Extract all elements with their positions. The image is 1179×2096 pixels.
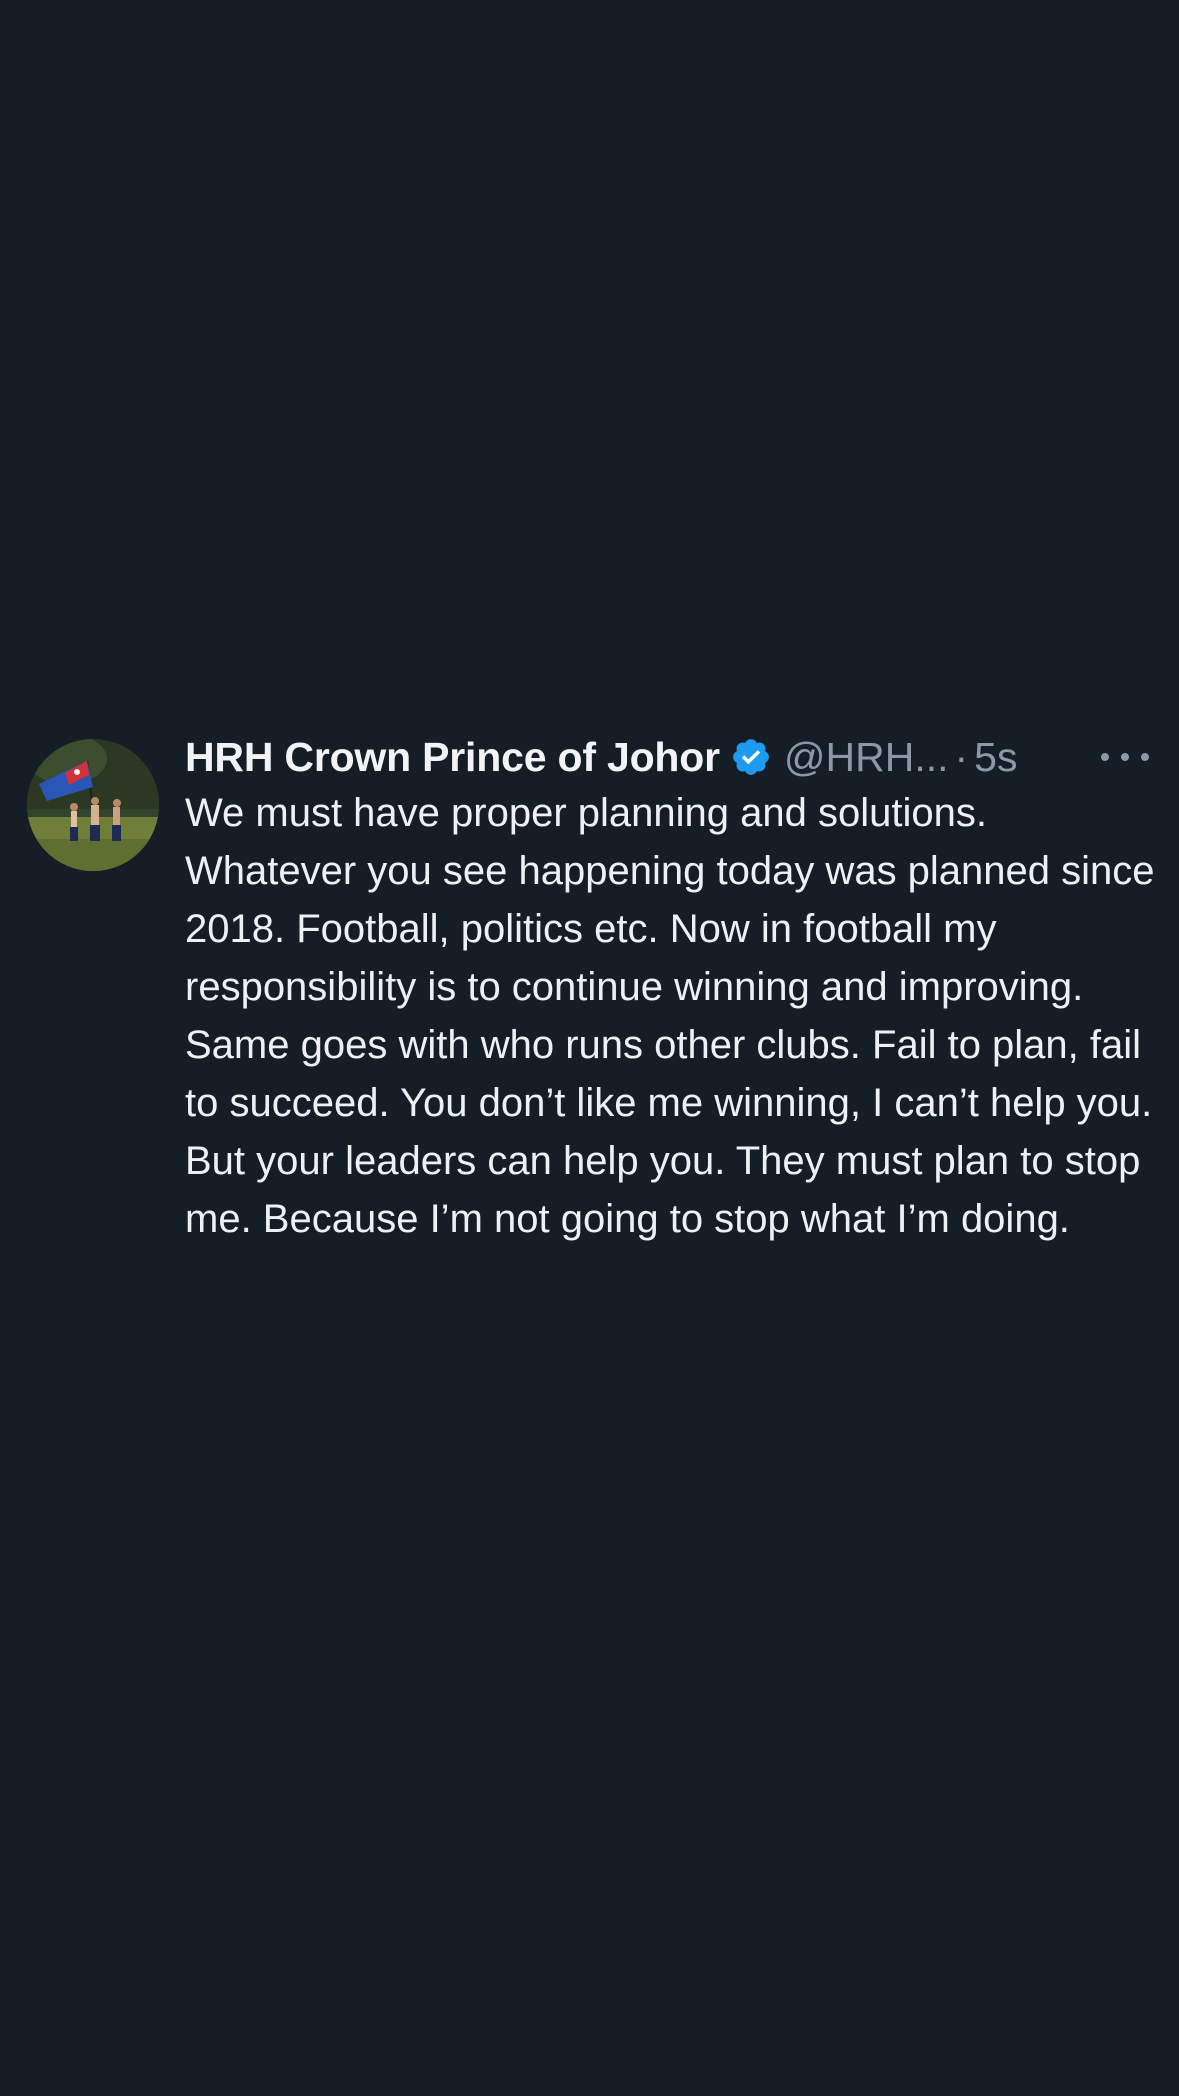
dot bbox=[1141, 753, 1149, 761]
empty-top-area bbox=[0, 0, 1179, 722]
tweet-card[interactable]: HRH Crown Prince of Johor @HRH... · 5s W… bbox=[0, 722, 1179, 1362]
separator-dot: · bbox=[954, 733, 969, 780]
display-name[interactable]: HRH Crown Prince of Johor bbox=[185, 734, 720, 781]
timestamp[interactable]: 5s bbox=[974, 734, 1017, 781]
avatar[interactable] bbox=[27, 739, 159, 871]
user-handle[interactable]: @HRH... bbox=[784, 734, 949, 781]
tweet-text: We must have proper planning and solutio… bbox=[185, 791, 1155, 1241]
avatar-image bbox=[27, 739, 159, 871]
verified-badge-icon[interactable] bbox=[730, 736, 772, 778]
more-options-icon[interactable] bbox=[1101, 722, 1149, 792]
tweet-header: HRH Crown Prince of Johor @HRH... · 5s bbox=[185, 722, 1165, 792]
dot bbox=[1101, 753, 1109, 761]
dot bbox=[1121, 753, 1129, 761]
